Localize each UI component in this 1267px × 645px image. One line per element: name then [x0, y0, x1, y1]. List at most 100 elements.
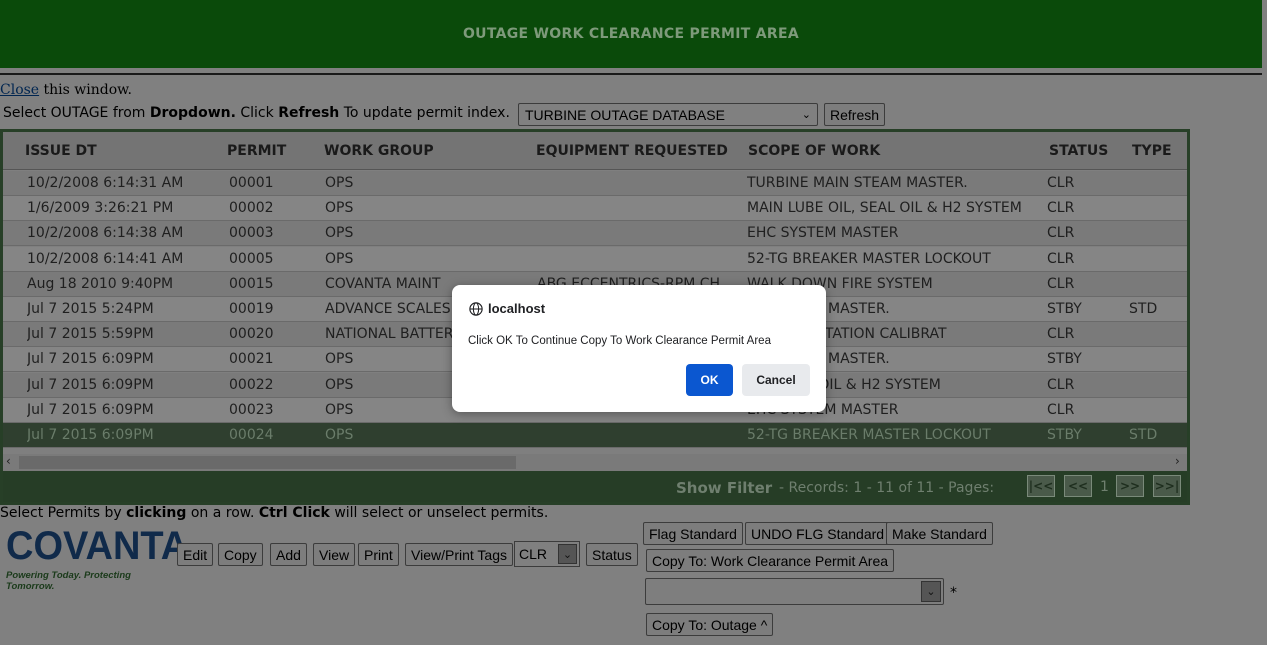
- hint-bold-2: Ctrl Click: [258, 505, 330, 521]
- table-row[interactable]: 10/2/2008 6:14:31 AM 00001 OPS TURBINE MAIN…: [3, 171, 1187, 196]
- hint-text-3: will select or unselect permits.: [329, 505, 549, 521]
- cell-issue-dt: 10/2/2008 6:14:31 AM: [27, 175, 184, 191]
- copy-button[interactable]: Copy: [218, 543, 263, 566]
- scroll-right-icon[interactable]: ›: [1175, 454, 1180, 468]
- table-row[interactable]: 10/2/2008 6:14:38 AM 00003 OPS EHC SYSTEM M…: [3, 221, 1187, 247]
- cell-issue-dt: 10/2/2008 6:14:38 AM: [27, 225, 184, 242]
- table-row[interactable]: 1/6/2009 3:26:21 PM 00002 OPS MAIN LUBE OIL…: [3, 196, 1187, 222]
- first-page-button[interactable]: |<<: [1027, 475, 1055, 497]
- scrollbar-thumb[interactable]: [19, 456, 516, 469]
- col-header-work-group[interactable]: WORK GROUP: [324, 143, 434, 159]
- show-filter-link[interactable]: Show Filter: [676, 479, 772, 497]
- cell-permit: 00002: [229, 200, 274, 217]
- page-header: OUTAGE WORK CLEARANCE PERMIT AREA: [0, 0, 1262, 68]
- col-header-type[interactable]: TYPE: [1132, 143, 1172, 159]
- status-button[interactable]: Status: [586, 543, 638, 566]
- outage-dropdown[interactable]: TURBINE OUTAGE DATABASE ⌄: [518, 103, 818, 126]
- outage-dropdown-value: TURBINE OUTAGE DATABASE: [525, 106, 725, 123]
- cell-permit: 00003: [229, 225, 274, 242]
- cell-issue-dt: Jul 7 2015 5:59PM: [27, 326, 154, 343]
- selection-hint: Select Permits by clicking on a row. Ctr…: [0, 505, 548, 521]
- col-header-permit[interactable]: PERMIT: [227, 143, 286, 159]
- view-print-tags-button[interactable]: View/Print Tags: [405, 543, 513, 566]
- cell-status: STBY: [1047, 301, 1082, 317]
- cell-scope: TURBINE MAIN STEAM MASTER.: [747, 175, 968, 191]
- divider: [0, 73, 1262, 75]
- instr-text-3: To update permit index.: [339, 105, 510, 121]
- add-button[interactable]: Add: [270, 543, 307, 566]
- cell-issue-dt: Jul 7 2015 6:09PM: [27, 351, 154, 368]
- close-link[interactable]: Close: [0, 82, 39, 98]
- copy-to-outage-button[interactable]: Copy To: Outage ^: [646, 613, 774, 636]
- cell-scope: EHC SYSTEM MASTER: [747, 225, 899, 242]
- cell-work-group: OPS: [325, 200, 354, 217]
- scroll-left-icon[interactable]: ‹: [6, 454, 11, 468]
- last-page-button[interactable]: >>|: [1153, 475, 1181, 497]
- grid-header: ISSUE DT PERMIT WORK GROUP EQUIPMENT REQ…: [3, 132, 1187, 170]
- prev-page-button[interactable]: <<: [1064, 475, 1092, 497]
- ok-button[interactable]: OK: [686, 364, 733, 396]
- instr-text-1: Select OUTAGE from: [3, 105, 150, 121]
- logo-name: COVANTA: [6, 524, 189, 568]
- cancel-button[interactable]: Cancel: [742, 364, 810, 396]
- copy-to-wc-button[interactable]: Copy To: Work Clearance Permit Area: [646, 549, 895, 572]
- col-header-issue-dt[interactable]: ISSUE DT: [25, 143, 97, 159]
- instr-bold-2: Refresh: [278, 105, 340, 121]
- cell-permit: 00019: [229, 301, 274, 317]
- col-header-scope[interactable]: SCOPE OF WORK: [748, 143, 880, 159]
- cell-type: STD: [1129, 301, 1158, 317]
- cell-scope: 52-TG BREAKER MASTER LOCKOUT: [747, 427, 991, 443]
- hint-text-2: on a row.: [186, 505, 259, 521]
- next-page-button[interactable]: >>: [1116, 475, 1144, 497]
- cell-status: STBY: [1047, 351, 1082, 368]
- cell-work-group: OPS: [325, 376, 354, 393]
- wc-area-dropdown[interactable]: ⌄: [645, 578, 944, 605]
- make-standard-button[interactable]: Make Standard: [886, 522, 993, 545]
- print-button[interactable]: Print: [358, 543, 399, 566]
- cell-issue-dt: 1/6/2009 3:26:21 PM: [27, 200, 174, 217]
- cell-status: STBY: [1047, 427, 1082, 443]
- cell-permit: 00021: [229, 351, 274, 368]
- cell-work-group: OPS: [325, 225, 354, 242]
- status-dropdown-value: CLR: [519, 546, 548, 562]
- cell-permit: 00022: [229, 376, 274, 393]
- first-page-icon: |<<: [1028, 479, 1054, 493]
- col-header-equipment[interactable]: EQUIPMENT REQUESTED: [536, 143, 728, 159]
- hint-bold-1: clicking: [126, 505, 187, 521]
- cell-issue-dt: 10/2/2008 6:14:41 AM: [27, 250, 184, 267]
- cell-work-group: NATIONAL BATTERY: [325, 326, 459, 343]
- cell-type: STD: [1129, 427, 1158, 443]
- edit-button[interactable]: Edit: [177, 543, 214, 566]
- chevron-down-icon: ⌄: [921, 581, 941, 602]
- cell-permit: 00001: [229, 175, 274, 191]
- table-row[interactable]: 10/2/2008 6:14:41 AM 00005 OPS 52-TG BREAKE…: [3, 246, 1187, 272]
- close-bar: Close this window.: [0, 82, 132, 98]
- close-text: this window.: [39, 82, 132, 98]
- page-number[interactable]: 1: [1100, 479, 1109, 495]
- view-button[interactable]: View: [313, 543, 356, 566]
- refresh-button[interactable]: Refresh: [824, 103, 886, 126]
- instr-text-2: Click: [235, 105, 279, 121]
- dialog-title: localhost: [488, 301, 546, 316]
- cell-work-group: OPS: [325, 250, 354, 267]
- cell-scope: 52-TG BREAKER MASTER LOCKOUT: [747, 250, 991, 267]
- cell-permit: 00023: [229, 401, 274, 418]
- table-row[interactable]: Jul 7 2015 6:09PM 00024 OPS 52-TG BREAKER M…: [3, 423, 1187, 448]
- flag-standard-button[interactable]: Flag Standard: [643, 522, 743, 545]
- hint-text-1: Select Permits by: [0, 505, 127, 521]
- col-header-status[interactable]: STATUS: [1049, 143, 1108, 159]
- instr-bold-1: Dropdown.: [149, 105, 236, 121]
- cell-permit: 00020: [229, 326, 274, 343]
- cell-status: CLR: [1047, 225, 1075, 242]
- status-dropdown[interactable]: CLR ⌄: [514, 541, 580, 567]
- select-instructions: Select OUTAGE from Dropdown. Click Refre…: [3, 105, 510, 121]
- logo-tagline: Powering Today. Protecting Tomorrow.: [6, 570, 131, 592]
- cell-permit: 00024: [229, 427, 274, 443]
- horizontal-scrollbar[interactable]: ‹ ›: [3, 454, 1187, 471]
- cell-permit: 00005: [229, 250, 274, 267]
- required-asterisk: *: [950, 585, 957, 601]
- undo-flag-standard-button[interactable]: UNDO FLG Standard: [745, 522, 891, 545]
- globe-icon: [469, 302, 483, 316]
- cell-work-group: OPS: [325, 401, 354, 418]
- cell-work-group: OPS: [325, 175, 354, 191]
